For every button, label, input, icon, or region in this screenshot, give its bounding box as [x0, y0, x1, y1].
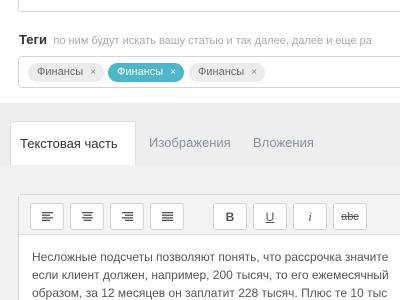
underline-button[interactable]: U — [253, 203, 287, 230]
editor-toolbar: B U i abc — [19, 195, 400, 235]
tags-input[interactable]: Финансы × Финансы × Финансы × — [18, 56, 400, 88]
editor-content[interactable]: Несложные подсчеты позволяют понять, что… — [32, 248, 400, 300]
tag-label: Финансы — [198, 66, 245, 78]
tag-chip[interactable]: Финансы × — [189, 63, 266, 82]
tag-remove-icon[interactable]: × — [251, 63, 257, 82]
align-left-icon — [41, 212, 53, 221]
align-center-icon — [81, 212, 93, 221]
tag-label: Финансы — [37, 66, 84, 78]
tag-chip[interactable]: Финансы × — [28, 63, 105, 82]
tag-chip-selected[interactable]: Финансы × — [108, 63, 185, 82]
tag-label: Финансы — [117, 66, 164, 78]
tab-text-part[interactable]: Текстовая часть — [10, 121, 136, 165]
tab-attachments[interactable]: Вложения — [253, 135, 314, 150]
align-right-button[interactable] — [110, 203, 144, 230]
align-left-button[interactable] — [30, 203, 64, 230]
editor-line: если клиент должен, например, 200 тысяч,… — [32, 268, 389, 282]
strikethrough-button[interactable]: abc — [333, 203, 367, 230]
tab-images[interactable]: Изображения — [149, 135, 231, 150]
editor-line: Несложные подсчеты позволяют понять, что… — [32, 250, 389, 264]
bold-button[interactable]: B — [213, 203, 247, 230]
justify-button[interactable] — [150, 203, 184, 230]
previous-field-input[interactable] — [18, 0, 400, 12]
tags-hint: по ним будут искать вашу статью и так да… — [53, 35, 372, 47]
align-right-icon — [121, 212, 133, 221]
italic-button[interactable]: i — [293, 203, 327, 230]
tag-remove-icon[interactable]: × — [90, 63, 96, 82]
editor-line: образом, за 12 месяцев он заплатит 228 т… — [32, 286, 388, 300]
tags-label: Теги — [19, 32, 47, 47]
justify-icon — [161, 212, 173, 221]
tag-remove-icon[interactable]: × — [170, 63, 176, 82]
align-center-button[interactable] — [70, 203, 104, 230]
text-editor[interactable]: B U i abc Несложные подсчеты позволяют п… — [18, 194, 400, 300]
tags-label-row: Теги по ним будут искать вашу статью и т… — [19, 31, 372, 49]
